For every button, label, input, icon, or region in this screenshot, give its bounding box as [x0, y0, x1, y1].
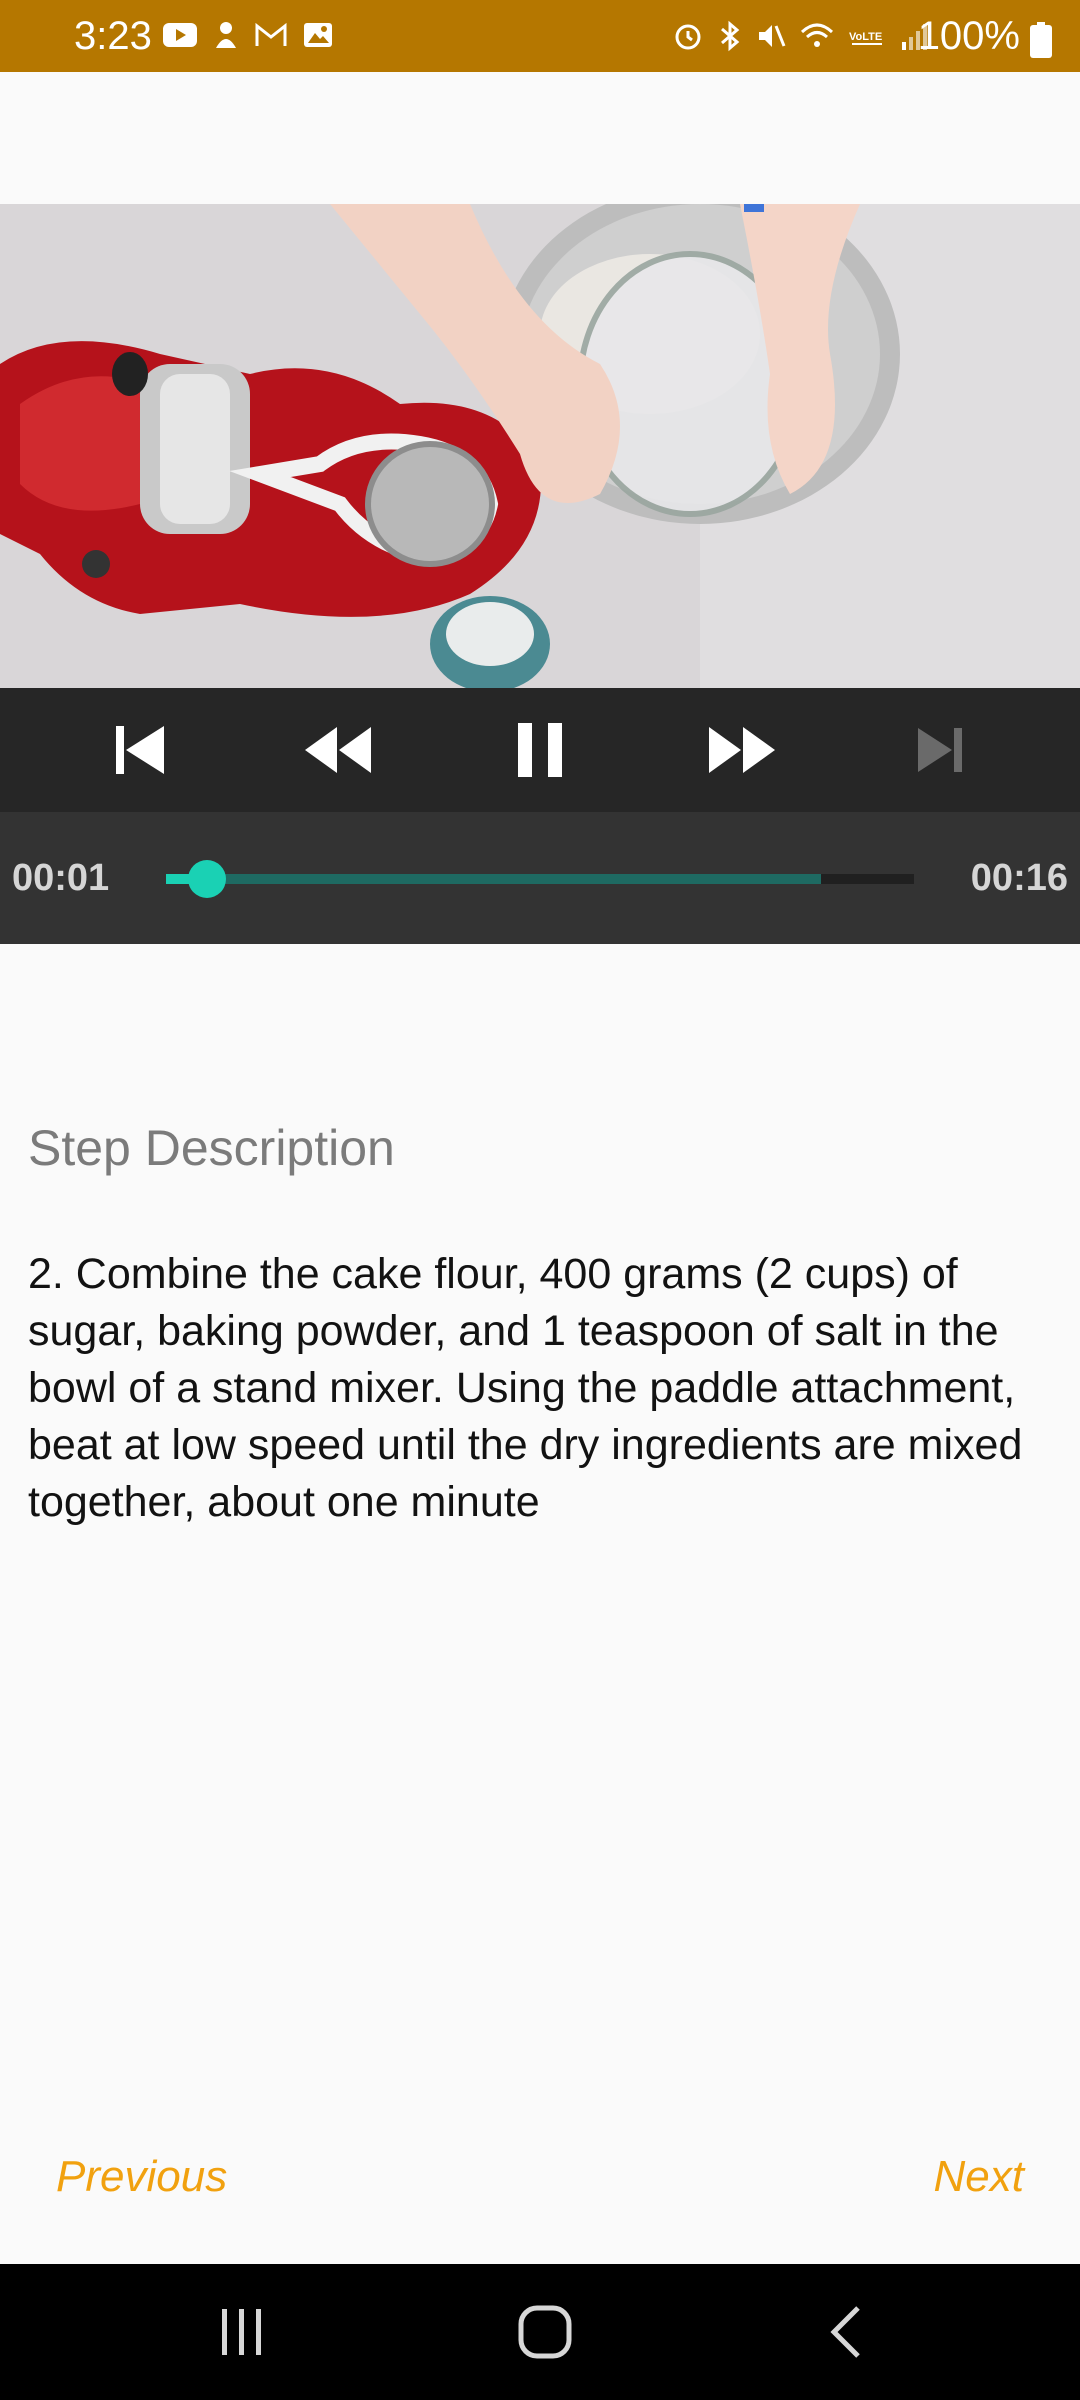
previous-button[interactable]: Previous	[56, 2150, 227, 2204]
step-description-text: 2. Combine the cake flour, 400 grams (2 …	[28, 1250, 1023, 1526]
rewind-icon	[305, 727, 371, 773]
home-button[interactable]	[505, 2302, 585, 2362]
app-notification-icon	[216, 22, 236, 48]
recent-apps-icon	[222, 2309, 261, 2355]
volte-icon: VoLTE	[849, 31, 882, 45]
total-time: 00:16	[970, 857, 1068, 899]
pause-button[interactable]	[500, 718, 580, 782]
pause-icon	[518, 723, 562, 777]
step-description-heading: Step Description	[28, 1120, 395, 1176]
video-frame	[0, 204, 1080, 688]
youtube-icon	[163, 23, 197, 47]
seek-bar-buffered	[166, 874, 821, 884]
battery-percentage: 100%	[917, 14, 1020, 58]
back-button[interactable]	[806, 2302, 886, 2362]
next-button[interactable]: Next	[934, 2150, 1024, 2204]
seek-thumb[interactable]	[188, 860, 227, 898]
status-bar: 3:23 VoLTE 100%	[0, 0, 1080, 72]
current-time: 00:01	[12, 857, 110, 899]
skip-next-button[interactable]	[900, 718, 980, 782]
wifi-icon	[800, 23, 834, 47]
notification-icons	[162, 20, 334, 50]
rewind-button[interactable]	[298, 718, 378, 782]
battery-icon	[1030, 22, 1052, 58]
video-player[interactable]	[0, 204, 1080, 688]
home-icon	[518, 2305, 572, 2359]
fast-forward-button[interactable]	[702, 718, 782, 782]
video-progress: 00:01 00:16	[0, 812, 1080, 944]
svg-text:VoLTE: VoLTE	[849, 31, 882, 43]
bluetooth-icon	[721, 20, 740, 52]
gallery-icon	[304, 23, 332, 47]
alarm-icon	[675, 24, 701, 50]
system-status-icons: VoLTE	[672, 20, 930, 52]
fast-forward-icon	[709, 727, 775, 773]
skip-next-icon	[918, 728, 962, 772]
seek-bar[interactable]	[166, 860, 914, 898]
gmail-icon	[255, 22, 287, 46]
playback-controls	[0, 688, 1080, 812]
back-icon	[830, 2306, 860, 2358]
mute-icon	[759, 25, 786, 47]
recent-apps-button[interactable]	[202, 2302, 282, 2362]
skip-previous-icon	[116, 726, 164, 774]
skip-previous-button[interactable]	[100, 718, 180, 782]
status-time: 3:23	[74, 14, 152, 58]
system-navigation-bar	[0, 2264, 1080, 2400]
